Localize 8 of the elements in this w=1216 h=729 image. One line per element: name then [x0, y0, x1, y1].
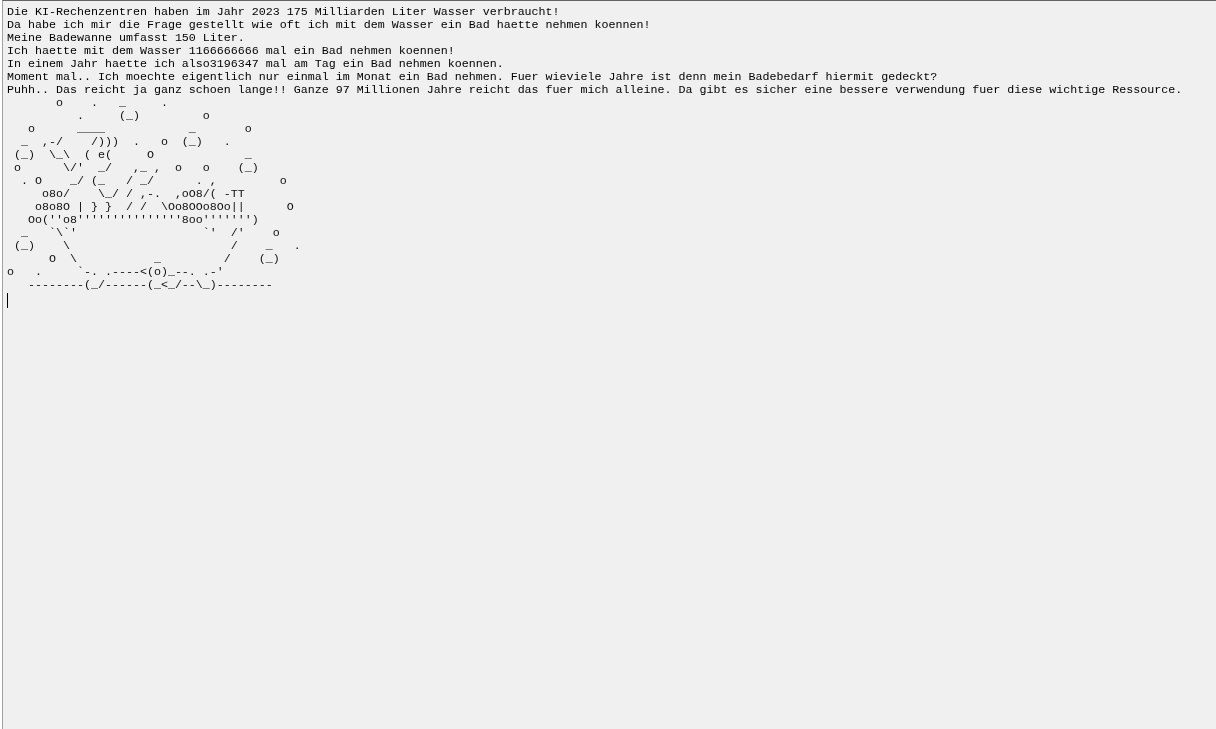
console-line: Die KI-Rechenzentren haben im Jahr 2023 175 Milliarden Liter Wasser verbraucht! [7, 6, 561, 19]
console-line: Moment mal.. Ich moechte eigentlich nur einmal im Monat ein Bad nehmen. Fuer wieviele Jahre ist denn mein Badebedarf hiermit gedeckt? [7, 71, 939, 84]
console-line: Ich haette mit dem Wasser 1166666666 mal ein Bad nehmen koennen! [7, 45, 456, 58]
ascii-bathtub-art: o . _ . . (_) o o ____ _ o _ ,-/ /))) . o (_) . (_) \_\ ( e( O _ o \/' _/ ,_ , o o (_) . O _/ (_ / _/ . , o o8o/ \_/ / ,-. ,oO8/( -TT o8o8O | } } / / \Oo8OOo8Oo|| O Oo(''o8'''''''''''''''8oo''''''') _ `\`' `' /' o (_) \ / _ . O \ _ / (_) o . `-. .----<(o)_--. .-' --------(_/------(_<_/--\_)-------- [7, 97, 302, 292]
console-line: Meine Badewanne umfasst 150 Liter. [7, 32, 246, 45]
console-line: In einem Jahr haette ich also3196347 mal am Tag ein Bad nehmen koennen. [7, 58, 505, 71]
console-line: Da habe ich mir die Frage gestellt wie oft ich mit dem Wasser ein Bad haette nehmen koennen! [7, 19, 652, 32]
console-line: Puhh.. Das reicht ja ganz schoen lange!! Ganze 97 Millionen Jahre reicht das fuer mich alleine. Da gibt es sicher eine bessere verwendung fuer diese wichtige Ressource. [7, 84, 1184, 97]
